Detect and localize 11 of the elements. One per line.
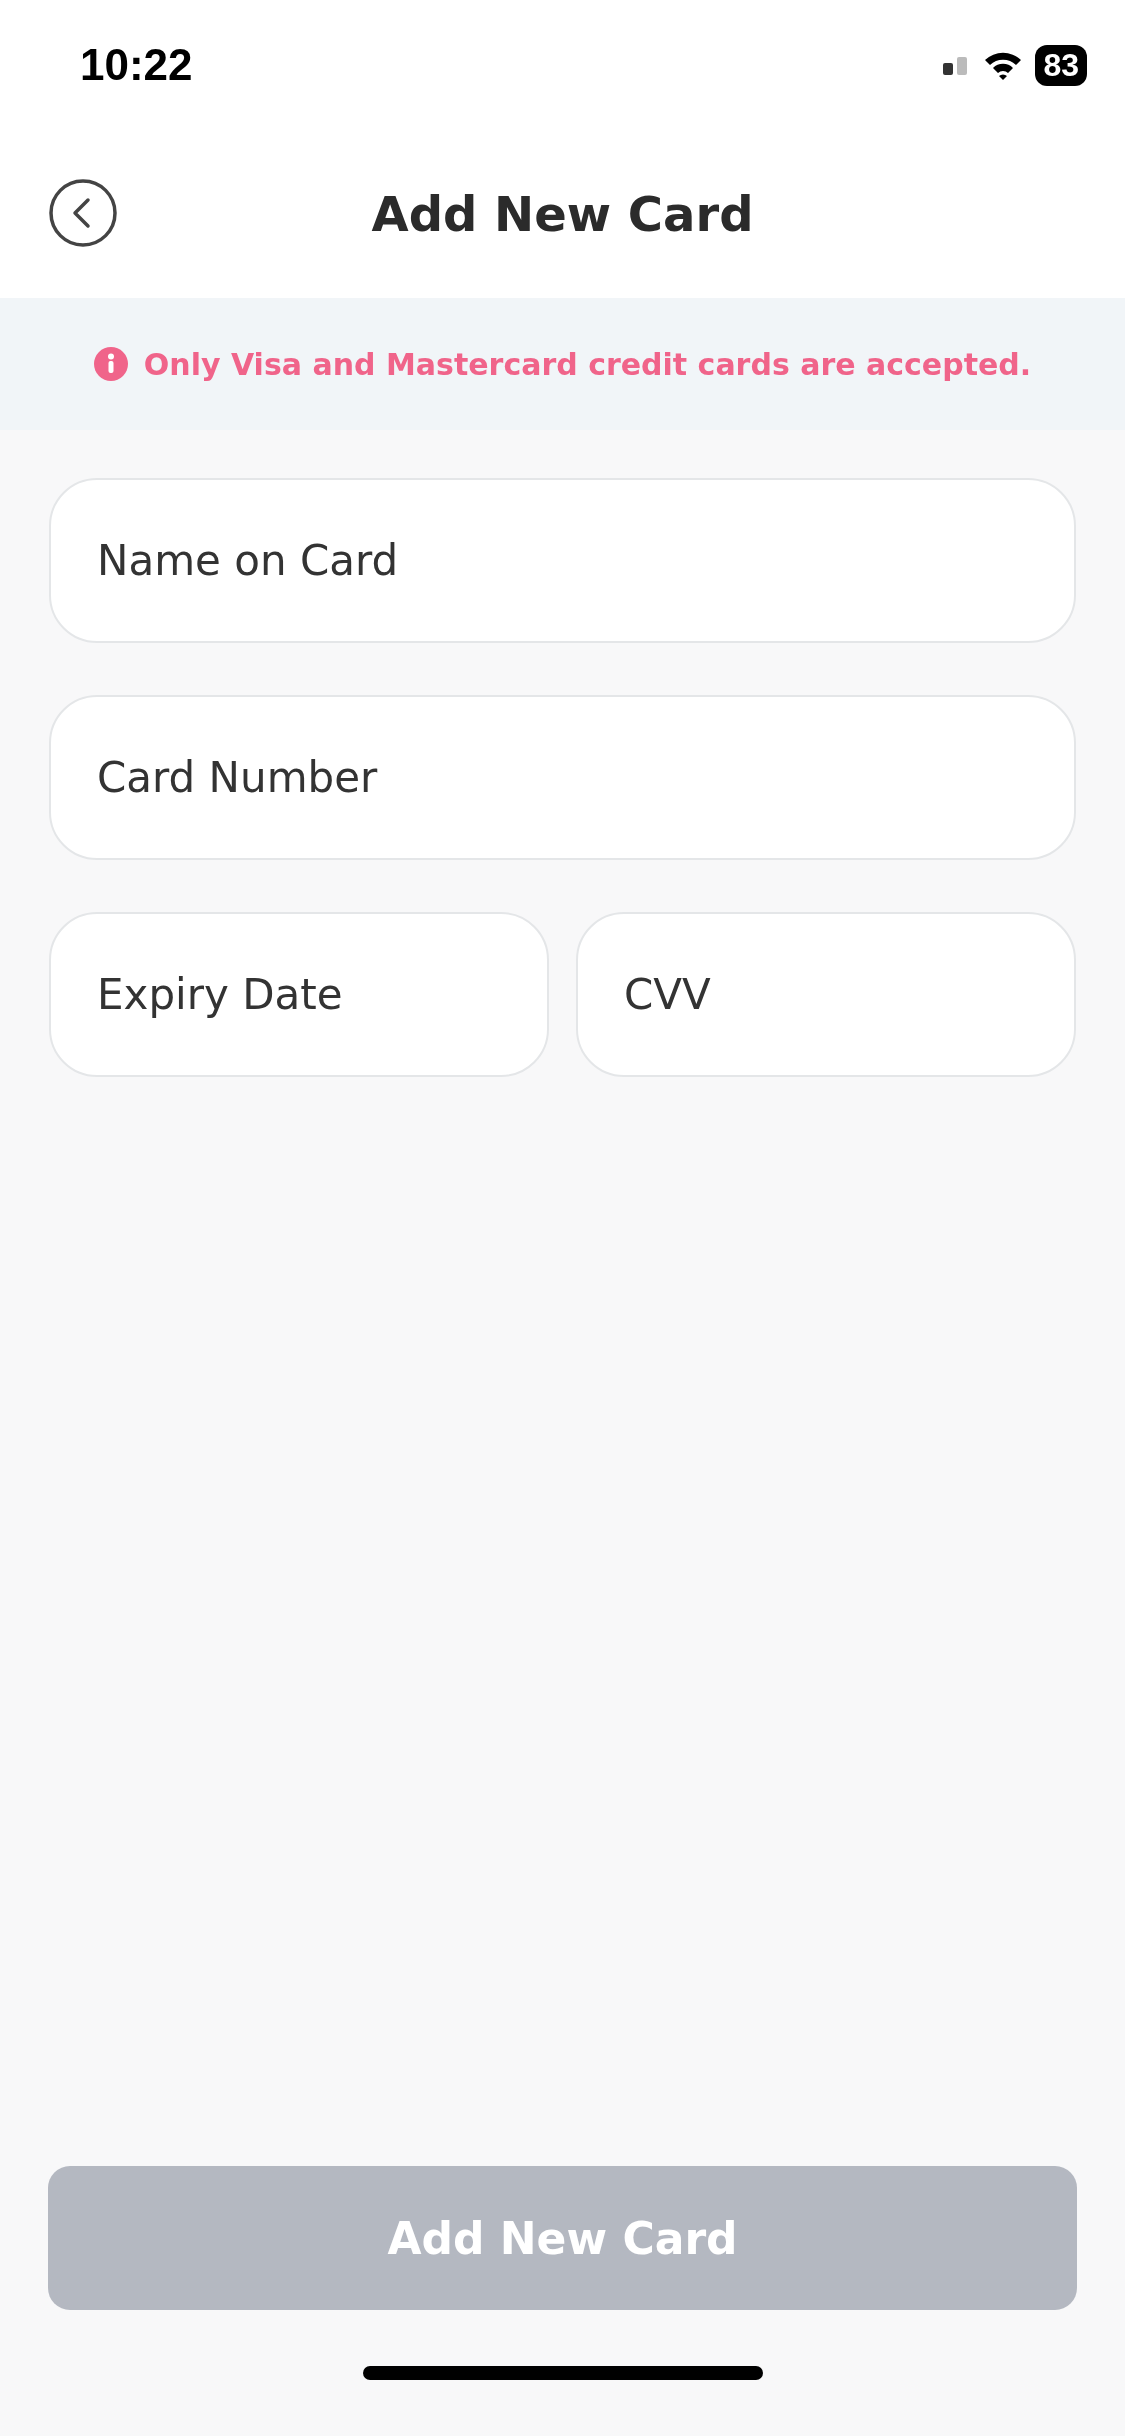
back-button[interactable]: [48, 178, 118, 248]
status-time: 10:22: [80, 40, 193, 90]
battery-level: 83: [1043, 46, 1079, 84]
page-title: Add New Card: [371, 186, 754, 242]
input-field[interactable]: CVV: [576, 912, 1076, 1077]
notice-text: Only Visa and Mastercard credit cards are accepted.: [143, 346, 1032, 382]
input-field[interactable]: Expiry Date: [49, 912, 549, 1077]
info-icon: [93, 347, 128, 381]
input-field[interactable]: Name on Card: [49, 478, 1076, 643]
input-field[interactable]: Card Number: [49, 695, 1076, 860]
wifi-icon: [983, 50, 1024, 80]
